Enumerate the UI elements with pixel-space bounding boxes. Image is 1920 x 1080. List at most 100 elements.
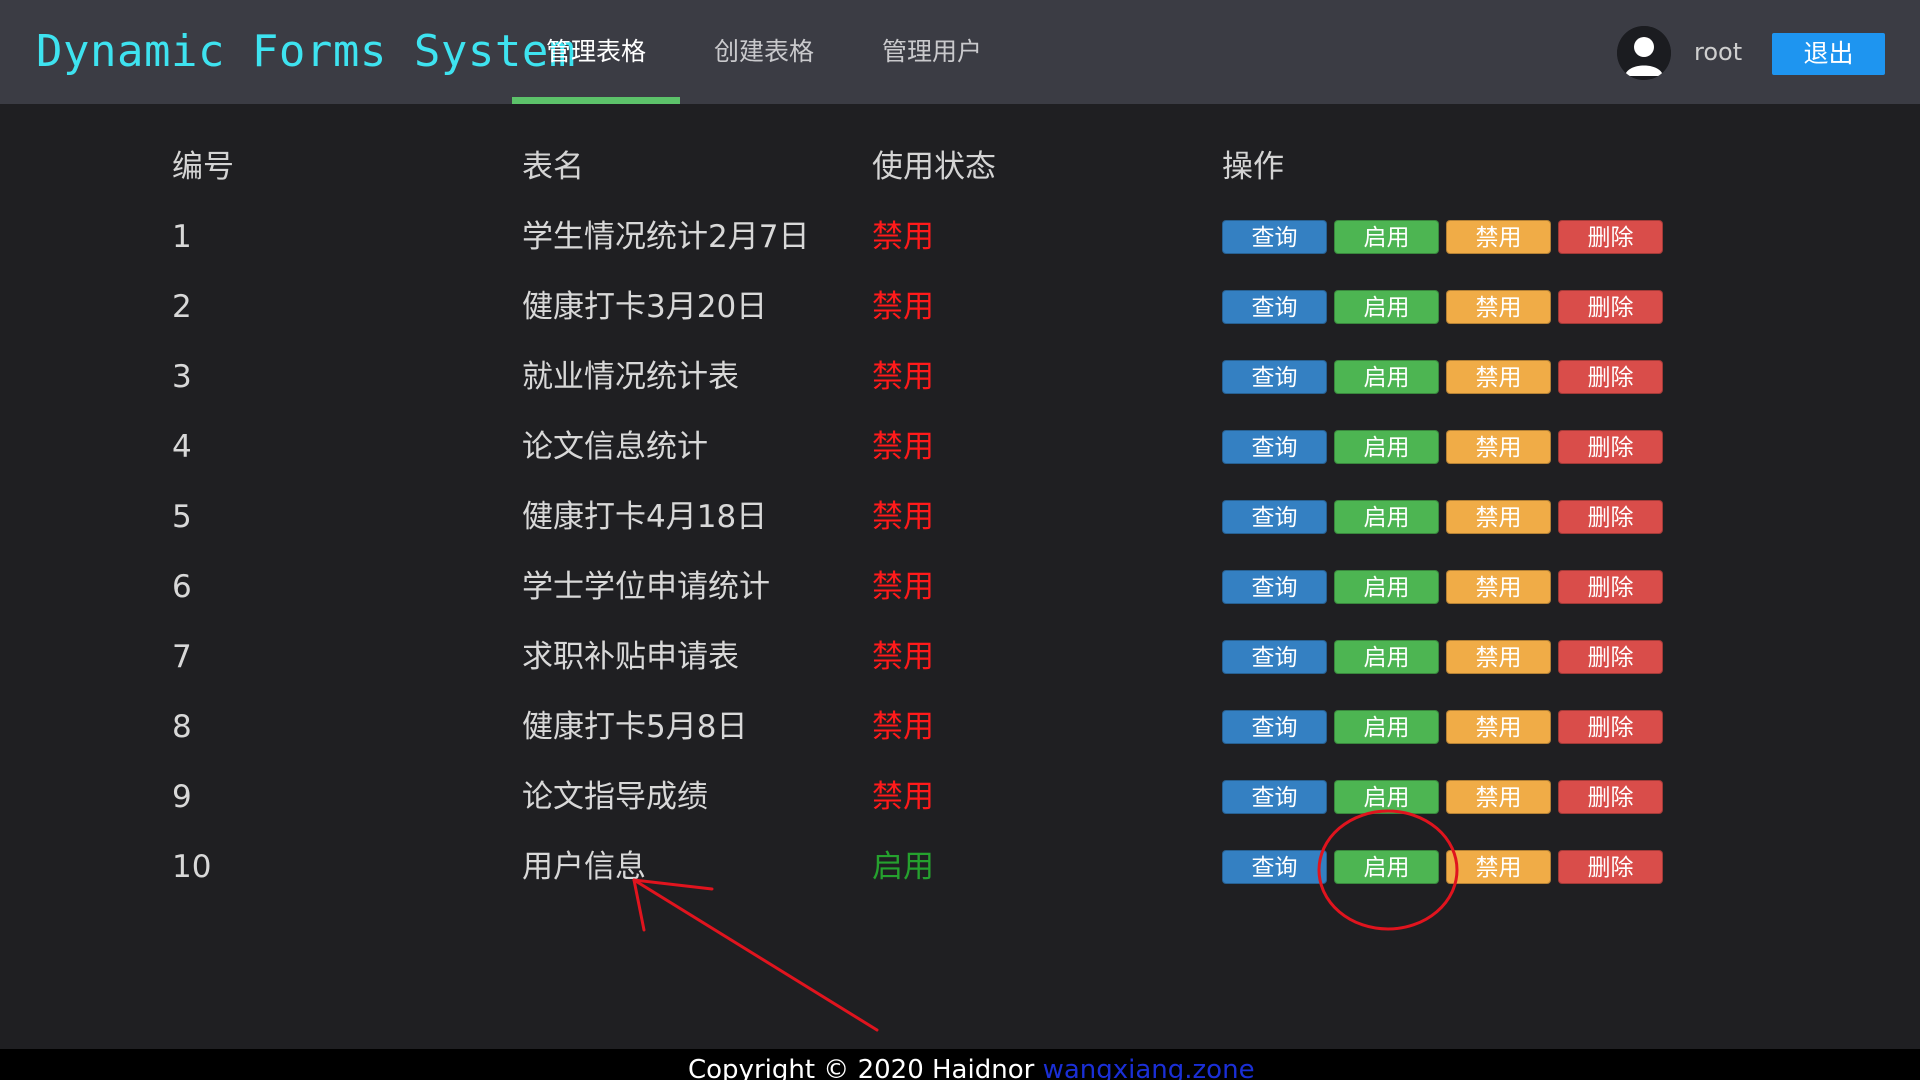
row-form-name: 学士学位申请统计 <box>522 569 770 605</box>
row-actions: 查询 启用 禁用 删除 <box>1222 202 1663 272</box>
query-button[interactable]: 查询 <box>1222 500 1327 534</box>
query-button[interactable]: 查询 <box>1222 780 1327 814</box>
top-navbar: Dynamic Forms System 管理表格 创建表格 管理用户 root… <box>0 0 1920 104</box>
disable-button[interactable]: 禁用 <box>1446 640 1551 674</box>
table-row: 6 学士学位申请统计 禁用 查询 启用 禁用 删除 <box>172 552 1692 622</box>
table-row: 8 健康打卡5月8日 禁用 查询 启用 禁用 删除 <box>172 692 1692 762</box>
enable-button[interactable]: 启用 <box>1334 710 1439 744</box>
disable-button[interactable]: 禁用 <box>1446 220 1551 254</box>
header-status: 使用状态 <box>872 149 996 185</box>
disable-button[interactable]: 禁用 <box>1446 430 1551 464</box>
delete-button[interactable]: 删除 <box>1558 850 1663 884</box>
table-row: 1 学生情况统计2月7日 禁用 查询 启用 禁用 删除 <box>172 202 1692 272</box>
table-row: 7 求职补贴申请表 禁用 查询 启用 禁用 删除 <box>172 622 1692 692</box>
row-status: 禁用 <box>872 359 934 395</box>
footer-link[interactable]: wangxiang.zone <box>1043 1055 1255 1080</box>
delete-button[interactable]: 删除 <box>1558 290 1663 324</box>
delete-button[interactable]: 删除 <box>1558 430 1663 464</box>
nav-create-form[interactable]: 创建表格 <box>680 0 848 104</box>
row-num: 9 <box>172 779 192 815</box>
row-form-name: 健康打卡5月8日 <box>522 709 748 745</box>
row-form-name: 健康打卡3月20日 <box>522 289 768 325</box>
row-form-name: 学生情况统计2月7日 <box>522 219 810 255</box>
enable-button[interactable]: 启用 <box>1334 640 1439 674</box>
row-actions: 查询 启用 禁用 删除 <box>1222 622 1663 692</box>
row-actions: 查询 启用 禁用 删除 <box>1222 692 1663 762</box>
user-avatar-icon[interactable] <box>1617 26 1671 80</box>
enable-button[interactable]: 启用 <box>1334 360 1439 394</box>
query-button[interactable]: 查询 <box>1222 220 1327 254</box>
enable-button[interactable]: 启用 <box>1334 220 1439 254</box>
query-button[interactable]: 查询 <box>1222 570 1327 604</box>
header-ops: 操作 <box>1222 149 1284 185</box>
delete-button[interactable]: 删除 <box>1558 780 1663 814</box>
query-button[interactable]: 查询 <box>1222 850 1327 884</box>
row-num: 1 <box>172 219 192 255</box>
query-button[interactable]: 查询 <box>1222 430 1327 464</box>
copyright-text: Copyright © 2020 Haidnor <box>688 1055 1043 1080</box>
delete-button[interactable]: 删除 <box>1558 220 1663 254</box>
row-status: 禁用 <box>872 709 934 745</box>
query-button[interactable]: 查询 <box>1222 640 1327 674</box>
row-status: 启用 <box>872 849 934 885</box>
username: root <box>1694 38 1743 66</box>
row-form-name: 求职补贴申请表 <box>522 639 739 675</box>
query-button[interactable]: 查询 <box>1222 710 1327 744</box>
row-form-name: 用户信息 <box>522 849 646 885</box>
delete-button[interactable]: 删除 <box>1558 500 1663 534</box>
disable-button[interactable]: 禁用 <box>1446 290 1551 324</box>
delete-button[interactable]: 删除 <box>1558 360 1663 394</box>
row-status: 禁用 <box>872 429 934 465</box>
enable-button[interactable]: 启用 <box>1334 780 1439 814</box>
disable-button[interactable]: 禁用 <box>1446 500 1551 534</box>
row-actions: 查询 启用 禁用 删除 <box>1222 762 1663 832</box>
row-actions: 查询 启用 禁用 删除 <box>1222 482 1663 552</box>
app-brand[interactable]: Dynamic Forms System <box>36 22 576 82</box>
enable-button[interactable]: 启用 <box>1334 500 1439 534</box>
footer: Copyright © 2020 Haidnor wangxiang.zone <box>0 1049 1920 1080</box>
row-form-name: 论文指导成绩 <box>522 779 708 815</box>
header-num: 编号 <box>172 149 234 185</box>
row-num: 5 <box>172 499 192 535</box>
logout-button[interactable]: 退出 <box>1772 33 1885 75</box>
row-actions: 查询 启用 禁用 删除 <box>1222 552 1663 622</box>
table-body: 1 学生情况统计2月7日 禁用 查询 启用 禁用 删除 2 健康打卡3月20日 禁用 查询 启用 禁用删… <box>172 202 1692 902</box>
disable-button[interactable]: 禁用 <box>1446 570 1551 604</box>
disable-button[interactable]: 禁用 <box>1446 710 1551 744</box>
disable-button[interactable]: 禁用 <box>1446 850 1551 884</box>
table-row: 5 健康打卡4月18日 禁用 查询 启用 禁用 删除 <box>172 482 1692 552</box>
row-status: 禁用 <box>872 499 934 535</box>
enable-button[interactable]: 启用 <box>1334 290 1439 324</box>
enable-button[interactable]: 启用 <box>1334 430 1439 464</box>
row-num: 4 <box>172 429 192 465</box>
forms-table: 编号 表名 使用状态 操作 1 学生情况统计2月7日 禁用 查询 启用 禁用 删除 2 健康打卡… <box>172 132 1692 902</box>
nav-manage-forms[interactable]: 管理表格 <box>512 0 681 104</box>
disable-button[interactable]: 禁用 <box>1446 360 1551 394</box>
delete-button[interactable]: 删除 <box>1558 640 1663 674</box>
enable-button[interactable]: 启用 <box>1334 850 1439 884</box>
row-actions: 查询 启用 禁用 删除 <box>1222 832 1663 902</box>
footer-text: Copyright © 2020 Haidnor wangxiang.zone <box>688 1053 1255 1080</box>
row-num: 8 <box>172 709 192 745</box>
table-row: 9 论文指导成绩 禁用 查询 启用 禁用 删除 <box>172 762 1692 832</box>
delete-button[interactable]: 删除 <box>1558 710 1663 744</box>
row-num: 2 <box>172 289 192 325</box>
table-row: 4 论文信息统计 禁用 查询 启用 禁用 删除 <box>172 412 1692 482</box>
row-actions: 查询 启用 禁用 删除 <box>1222 412 1663 482</box>
query-button[interactable]: 查询 <box>1222 360 1327 394</box>
enable-button[interactable]: 启用 <box>1334 570 1439 604</box>
query-button[interactable]: 查询 <box>1222 290 1327 324</box>
header-name: 表名 <box>522 149 584 185</box>
row-num: 6 <box>172 569 192 605</box>
annotation-arrow <box>632 878 879 1032</box>
row-actions: 查询 启用 禁用 删除 <box>1222 272 1663 342</box>
row-form-name: 论文信息统计 <box>522 429 708 465</box>
disable-button[interactable]: 禁用 <box>1446 780 1551 814</box>
row-num: 10 <box>172 849 212 885</box>
row-status: 禁用 <box>872 219 934 255</box>
row-num: 3 <box>172 359 192 395</box>
delete-button[interactable]: 删除 <box>1558 570 1663 604</box>
row-form-name: 健康打卡4月18日 <box>522 499 768 535</box>
nav-manage-users[interactable]: 管理用户 <box>848 0 1016 104</box>
table-row: 2 健康打卡3月20日 禁用 查询 启用 禁用 删除 <box>172 272 1692 342</box>
